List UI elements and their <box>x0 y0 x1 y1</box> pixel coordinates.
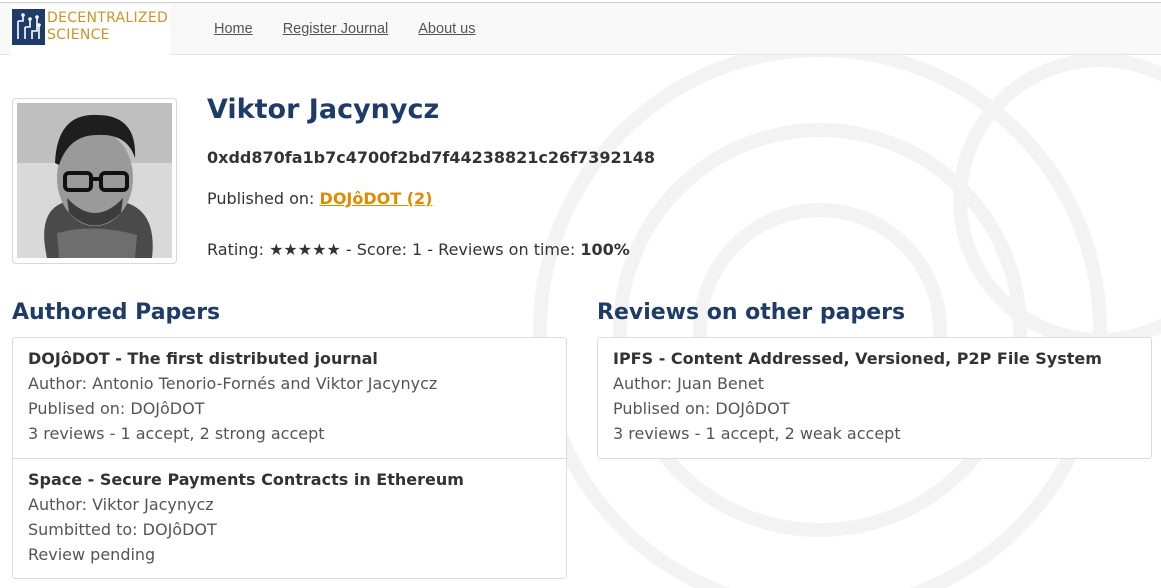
list-item[interactable]: IPFS - Content Addressed, Versioned, P2P… <box>598 338 1151 458</box>
nav-about-link[interactable]: About us <box>418 21 475 37</box>
paper-authors: Author: Juan Benet <box>613 374 765 393</box>
nav-home-link[interactable]: Home <box>214 21 253 37</box>
paper-title[interactable]: IPFS - Content Addressed, Versioned, P2P… <box>613 346 1136 371</box>
rating-stars-icon: ★★★★★ <box>269 240 341 259</box>
journal-link[interactable]: DOJôDOT (2) <box>320 189 433 208</box>
nav-links: Home Register Journal About us <box>214 21 476 37</box>
avatar <box>17 103 172 258</box>
avatar-frame <box>12 98 177 264</box>
site-logo[interactable]: DECENTRALIZED SCIENCE <box>10 5 170 55</box>
paper-venue: Sumbitted to: DOJôDOT <box>28 520 217 539</box>
paper-authors: Author: Antonio Tenorio-Fornés and Vikto… <box>28 374 438 393</box>
paper-title[interactable]: Space - Secure Payments Contracts in Eth… <box>28 467 551 492</box>
list-item[interactable]: DOJôDOT - The first distributed journal … <box>13 338 566 458</box>
paper-venue: Publised on: DOJôDOT <box>28 399 205 418</box>
profile-name: Viktor Jacynycz <box>207 94 440 125</box>
paper-review-status: 3 reviews - 1 accept, 2 strong accept <box>28 424 325 443</box>
top-navbar: DECENTRALIZED SCIENCE Home Register Jour… <box>0 2 1161 55</box>
paper-venue: Publised on: DOJôDOT <box>613 399 790 418</box>
paper-review-status: Review pending <box>28 545 156 564</box>
authored-papers-list: DOJôDOT - The first distributed journal … <box>12 337 567 579</box>
authored-papers-title: Authored Papers <box>12 300 221 325</box>
on-time-percent: 100% <box>580 240 630 259</box>
logo-line-2: SCIENCE <box>47 27 110 43</box>
paper-review-status: 3 reviews - 1 accept, 2 weak accept <box>613 424 901 443</box>
logo-circuit-icon <box>12 9 45 45</box>
paper-title[interactable]: DOJôDOT - The first distributed journal <box>28 346 551 371</box>
reviews-list: IPFS - Content Addressed, Versioned, P2P… <box>597 337 1152 459</box>
rating-label: Rating: <box>207 240 264 259</box>
reviews-title: Reviews on other papers <box>597 300 906 325</box>
wallet-address: 0xdd870fa1b7c4700f2bd7f44238821c26f73921… <box>207 148 656 167</box>
published-label: Published on: <box>207 189 315 208</box>
paper-authors: Author: Viktor Jacynycz <box>28 495 214 514</box>
list-item[interactable]: Space - Secure Payments Contracts in Eth… <box>13 458 566 578</box>
rating-line: Rating: ★★★★★ - Score: 1 - Reviews on ti… <box>207 240 630 259</box>
score-text: - Score: 1 - Reviews on time: <box>345 240 576 259</box>
published-on: Published on: DOJôDOT (2) <box>207 189 432 208</box>
logo-line-1: DECENTRALIZED <box>47 10 169 26</box>
logo-text: DECENTRALIZED SCIENCE <box>47 10 168 44</box>
nav-register-journal-link[interactable]: Register Journal <box>283 21 389 37</box>
